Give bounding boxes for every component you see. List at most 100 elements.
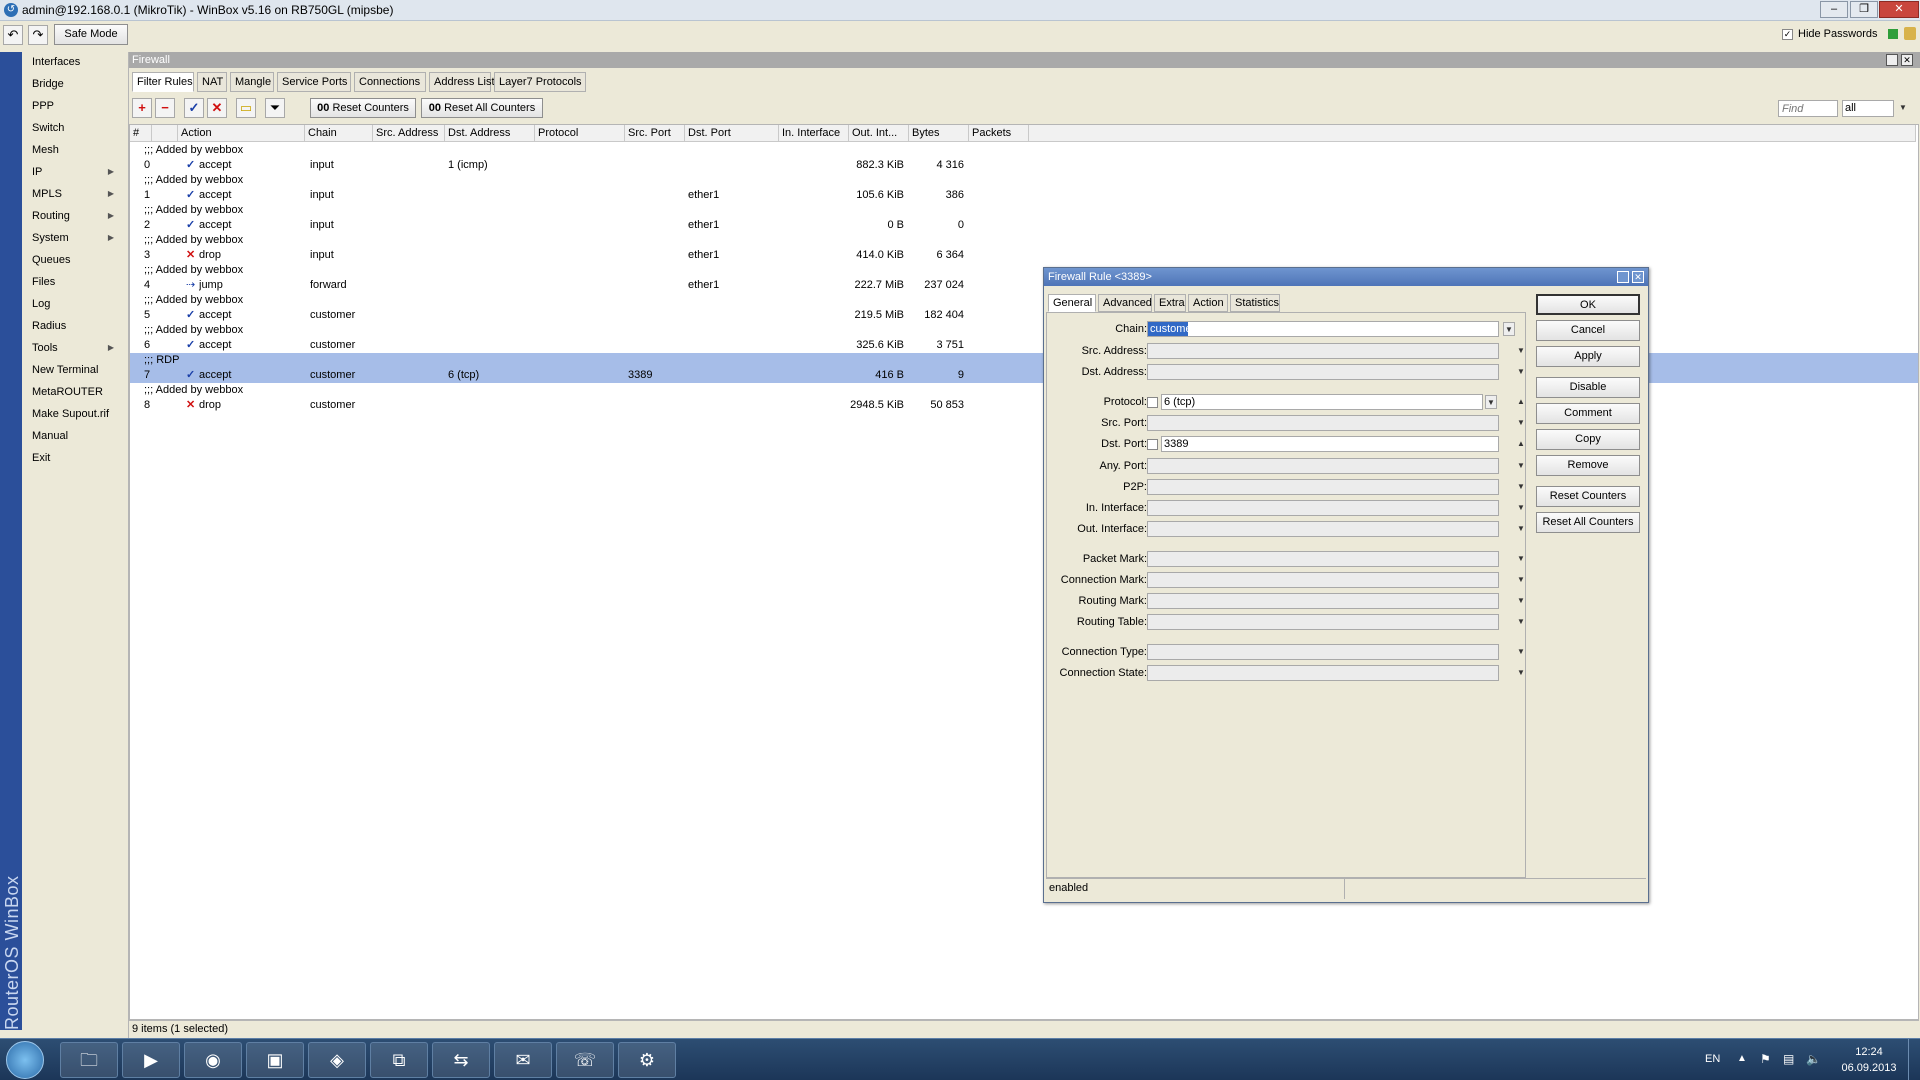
field-packet-mark[interactable] bbox=[1147, 551, 1499, 567]
table-row-comment[interactable]: ;;; Added by webbox bbox=[130, 203, 1918, 218]
column-header-out-int[interactable]: Out. Int... bbox=[849, 125, 909, 142]
select-dropdown-icon[interactable]: ▼ bbox=[1485, 395, 1497, 409]
chevron-down-icon[interactable]: ▼ bbox=[1515, 522, 1527, 536]
column-header-number[interactable]: # bbox=[130, 125, 152, 142]
mail-icon[interactable]: ✉ bbox=[494, 1042, 552, 1078]
comment-icon[interactable]: ▭ bbox=[236, 98, 256, 118]
chevron-up-icon[interactable]: ▲ bbox=[1515, 437, 1527, 451]
tab-service-ports[interactable]: Service Ports bbox=[277, 72, 351, 92]
column-header-in-interface[interactable]: In. Interface bbox=[779, 125, 849, 142]
terminal-icon[interactable]: ▣ bbox=[246, 1042, 304, 1078]
field-routing-mark[interactable] bbox=[1147, 593, 1499, 609]
flag-icon[interactable]: ⚑ bbox=[1760, 1052, 1771, 1066]
chevron-down-icon[interactable]: ▼ bbox=[1515, 416, 1527, 430]
start-button[interactable] bbox=[6, 1041, 44, 1079]
sidebar-item-make-supout-rif[interactable]: Make Supout.rif bbox=[32, 404, 124, 424]
filter-icon[interactable]: ⏷ bbox=[265, 98, 285, 118]
restore-icon[interactable] bbox=[1886, 54, 1898, 66]
chevron-down-icon[interactable]: ▼ bbox=[1515, 365, 1527, 379]
column-header-src-address[interactable]: Src. Address bbox=[373, 125, 445, 142]
table-row[interactable]: 3 input ether1 ✕ drop 414.0 KiB 6 364 bbox=[130, 248, 1918, 263]
dialog-tab-general[interactable]: General bbox=[1048, 294, 1096, 312]
dialog-tab-advanced[interactable]: Advanced bbox=[1098, 294, 1152, 312]
chevron-down-icon[interactable]: ▼ bbox=[1515, 573, 1527, 587]
chevron-down-icon[interactable]: ▼ bbox=[1515, 459, 1527, 473]
explorer-icon[interactable]: 🗀 bbox=[60, 1042, 118, 1078]
close-button[interactable]: ✕ bbox=[1879, 1, 1919, 18]
chevron-down-icon[interactable]: ▼ bbox=[1515, 666, 1527, 680]
sidebar-item-system[interactable]: System ▶ bbox=[32, 228, 124, 248]
field-out-interface[interactable] bbox=[1147, 521, 1499, 537]
column-header-action[interactable]: Action bbox=[178, 125, 305, 142]
dialog-comment-button[interactable]: Comment bbox=[1536, 403, 1640, 424]
field-dst-port[interactable]: 3389 bbox=[1161, 436, 1499, 452]
maximize-button[interactable]: ❐ bbox=[1850, 1, 1878, 18]
chevron-down-icon[interactable]: ▼ bbox=[1515, 480, 1527, 494]
field-connection-type[interactable] bbox=[1147, 644, 1499, 660]
tab-connections[interactable]: Connections bbox=[354, 72, 426, 92]
sidebar-item-switch[interactable]: Switch bbox=[32, 118, 124, 138]
dialog-ok-button[interactable]: OK bbox=[1536, 294, 1640, 315]
dialog-reset-counters-button[interactable]: Reset Counters bbox=[1536, 486, 1640, 507]
sidebar-item-tools[interactable]: Tools ▶ bbox=[32, 338, 124, 358]
sidebar-item-mesh[interactable]: Mesh bbox=[32, 140, 124, 160]
dialog-tab-action[interactable]: Action bbox=[1188, 294, 1228, 312]
sidebar-item-ip[interactable]: IP ▶ bbox=[32, 162, 124, 182]
table-row-comment[interactable]: ;;; Added by webbox bbox=[130, 143, 1918, 158]
skype-icon[interactable]: ☏ bbox=[556, 1042, 614, 1078]
field-any-port[interactable] bbox=[1147, 458, 1499, 474]
table-row[interactable]: 2 input ether1 ✓ accept 0 B 0 bbox=[130, 218, 1918, 233]
field-src-port[interactable] bbox=[1147, 415, 1499, 431]
checkbox-dst-port[interactable] bbox=[1147, 439, 1158, 450]
filter-select[interactable]: all bbox=[1842, 100, 1894, 117]
table-row[interactable]: 6 customer ✓ accept 325.6 KiB 3 751 bbox=[130, 338, 1918, 353]
sidebar-item-queues[interactable]: Queues bbox=[32, 250, 124, 270]
sidebar-item-log[interactable]: Log bbox=[32, 294, 124, 314]
language-indicator[interactable]: EN bbox=[1705, 1053, 1720, 1065]
dialog-apply-button[interactable]: Apply bbox=[1536, 346, 1640, 367]
show-desktop-button[interactable] bbox=[1908, 1039, 1920, 1080]
close-icon[interactable]: ✕ bbox=[1632, 271, 1644, 283]
field-in-interface[interactable] bbox=[1147, 500, 1499, 516]
column-header-packets[interactable]: Packets bbox=[969, 125, 1029, 142]
table-row-comment[interactable]: ;;; Added by webbox bbox=[130, 173, 1918, 188]
winbox-taskbar-icon[interactable]: ⚙ bbox=[618, 1042, 676, 1078]
table-row[interactable]: 4 forward ether1 ⇢ jump 222.7 MiB 237 024 bbox=[130, 278, 1918, 293]
reset-counters-button[interactable]: 00 Reset Counters bbox=[310, 98, 416, 118]
sidebar-item-radius[interactable]: Radius bbox=[32, 316, 124, 336]
sidebar-item-bridge[interactable]: Bridge bbox=[32, 74, 124, 94]
volume-icon[interactable]: 🔈 bbox=[1806, 1052, 1821, 1066]
column-header-chain[interactable]: Chain bbox=[305, 125, 373, 142]
select-dropdown-icon[interactable]: ▼ bbox=[1503, 322, 1515, 336]
tab-filter-rules[interactable]: Filter Rules bbox=[132, 72, 194, 92]
virtualbox-icon[interactable]: ◈ bbox=[308, 1042, 366, 1078]
add-icon[interactable]: + bbox=[132, 98, 152, 118]
table-row-comment[interactable]: ;;; Added by webbox bbox=[130, 263, 1918, 278]
dialog-remove-button[interactable]: Remove bbox=[1536, 455, 1640, 476]
dialog-reset-all-counters-button[interactable]: Reset All Counters bbox=[1536, 512, 1640, 533]
enable-icon[interactable]: ✓ bbox=[184, 98, 204, 118]
table-row[interactable]: 0 input 1 (icmp) ✓ accept 882.3 KiB 4 316 bbox=[130, 158, 1918, 173]
tab-nat[interactable]: NAT bbox=[197, 72, 227, 92]
clock[interactable]: 12:24 06.09.2013 bbox=[1840, 1044, 1898, 1076]
tab-address-lists[interactable]: Address Lists bbox=[429, 72, 500, 92]
field-routing-table[interactable] bbox=[1147, 614, 1499, 630]
redo-icon[interactable]: ↷ bbox=[28, 25, 48, 45]
sidebar-item-mpls[interactable]: MPLS ▶ bbox=[32, 184, 124, 204]
field-chain[interactable]: customer bbox=[1147, 321, 1499, 337]
field-src-address[interactable] bbox=[1147, 343, 1499, 359]
field-protocol[interactable]: 6 (tcp) bbox=[1161, 394, 1483, 410]
remote-desktop-icon[interactable]: ⧉ bbox=[370, 1042, 428, 1078]
reset-all-counters-button[interactable]: 00 Reset All Counters bbox=[421, 98, 543, 118]
sidebar-item-metarouter[interactable]: MetaROUTER bbox=[32, 382, 124, 402]
field-dst-address[interactable] bbox=[1147, 364, 1499, 380]
sidebar-item-exit[interactable]: Exit bbox=[32, 448, 124, 468]
table-row-comment[interactable]: ;;; RDP bbox=[130, 353, 1918, 368]
tab-mangle[interactable]: Mangle bbox=[230, 72, 274, 92]
dialog-copy-button[interactable]: Copy bbox=[1536, 429, 1640, 450]
undo-icon[interactable]: ↶ bbox=[3, 25, 23, 45]
safe-mode-button[interactable]: Safe Mode bbox=[54, 24, 128, 45]
sidebar-item-files[interactable]: Files bbox=[32, 272, 124, 292]
dialog-cancel-button[interactable]: Cancel bbox=[1536, 320, 1640, 341]
media-player-icon[interactable]: ▶ bbox=[122, 1042, 180, 1078]
